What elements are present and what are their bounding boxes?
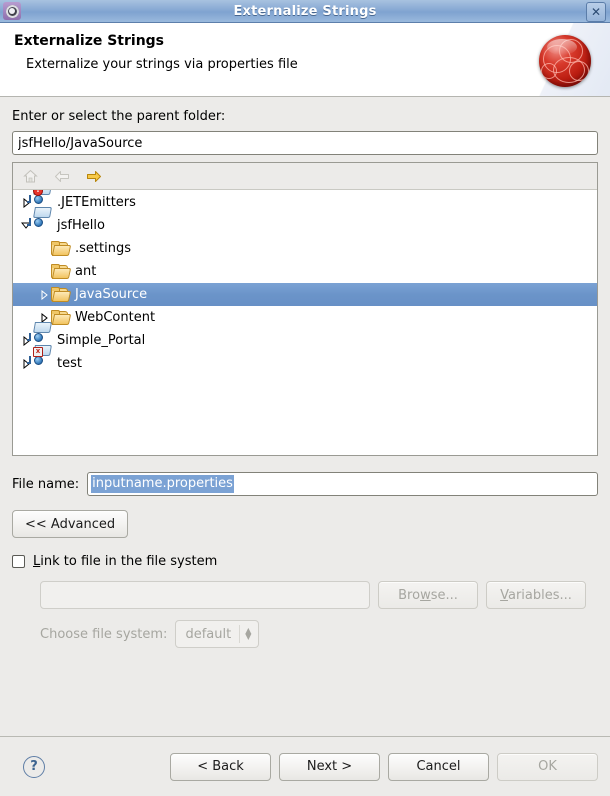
folder-icon: [51, 286, 72, 303]
cancel-button[interactable]: Cancel: [388, 752, 489, 781]
tree-item-jetemitters[interactable]: ! .JETEmitters: [13, 190, 597, 214]
tree-item-jsfhello[interactable]: jsfHello: [13, 206, 597, 237]
help-icon[interactable]: ?: [23, 755, 45, 778]
file-name-label: File name:: [12, 476, 80, 492]
link-path-input: [40, 581, 370, 609]
folder-tree-panel: ! .JETEmitters jsfHello .settings ant JavaSou…: [12, 162, 598, 456]
browse-before: Bro: [398, 587, 421, 603]
error-decoration-icon: x: [33, 346, 43, 357]
tree-item-label: test: [57, 356, 82, 371]
chevron-right-icon[interactable]: [37, 289, 51, 300]
tree-item-ant[interactable]: ant: [13, 260, 597, 283]
chevron-right-icon[interactable]: [37, 312, 51, 323]
tree-item-test[interactable]: x test: [13, 344, 597, 375]
file-system-select: default ▲ ▼: [175, 620, 260, 648]
variables-after: ariables...: [507, 587, 572, 603]
tree-item-label: Simple_Portal: [57, 333, 146, 348]
file-system-value: default: [185, 626, 232, 642]
window-title: Externalize Strings: [233, 3, 377, 19]
tree-item-settings[interactable]: .settings: [13, 237, 597, 260]
link-to-file-row: Link to file in the file system: [12, 554, 598, 569]
file-name-input[interactable]: inputname.properties: [87, 472, 598, 496]
link-to-file-label: Link to file in the file system: [33, 554, 217, 569]
back-button[interactable]: < Back: [170, 752, 271, 781]
variables-mnemonic: V: [500, 587, 508, 603]
link-label-after: ink to file in the file system: [40, 554, 218, 569]
ok-button: OK: [497, 752, 598, 781]
project-icon: x: [27, 344, 53, 372]
gear-icon: [3, 2, 21, 20]
back-arrow-icon[interactable]: [53, 167, 71, 185]
dialog-footer: ? < Back Next > Cancel OK: [0, 736, 610, 796]
browse-after: se...: [430, 587, 458, 603]
link-path-row: Browse... Variables...: [40, 581, 598, 609]
tree-toolbar: [13, 163, 597, 190]
browse-button: Browse...: [378, 581, 478, 609]
tree-item-label: .settings: [75, 241, 131, 256]
next-button[interactable]: Next >: [279, 752, 380, 781]
folder-icon: [51, 263, 72, 280]
file-system-label: Choose file system:: [40, 626, 168, 642]
externalize-strings-dialog: Externalize Strings ✕ Externalize String…: [0, 0, 610, 796]
file-name-value: inputname.properties: [91, 475, 234, 493]
tree-item-label: JavaSource: [75, 287, 148, 302]
dialog-content: Enter or select the parent folder: jsfHe…: [0, 97, 610, 736]
tree-item-label: ant: [75, 264, 97, 279]
folder-icon: [51, 309, 72, 326]
parent-folder-input[interactable]: [12, 131, 598, 155]
tree-item-label: WebContent: [75, 310, 156, 325]
file-system-row: Choose file system: default ▲ ▼: [40, 620, 598, 648]
footer-buttons: < Back Next > Cancel OK: [170, 752, 598, 781]
folder-tree[interactable]: ! .JETEmitters jsfHello .settings ant JavaSou…: [13, 190, 597, 455]
home-icon[interactable]: [21, 167, 39, 185]
eclipse-red-sphere-icon: [539, 35, 591, 87]
browse-mnemonic: w: [420, 587, 431, 603]
wizard-banner: Externalize Strings Externalize your str…: [0, 23, 610, 97]
tree-item-label: jsfHello: [57, 218, 105, 233]
folder-icon: [51, 240, 72, 257]
variables-button: Variables...: [486, 581, 586, 609]
tree-item-webcontent[interactable]: WebContent: [13, 306, 597, 329]
forward-arrow-icon[interactable]: [85, 167, 103, 185]
tree-item-simple_portal[interactable]: Simple_Portal: [13, 321, 597, 352]
tree-item-javasource[interactable]: JavaSource: [13, 283, 597, 306]
project-icon: [27, 206, 53, 234]
banner-art: [514, 23, 610, 96]
close-icon[interactable]: ✕: [586, 2, 606, 22]
tree-item-label: .JETEmitters: [57, 195, 136, 210]
parent-folder-label: Enter or select the parent folder:: [12, 109, 226, 124]
link-to-file-checkbox[interactable]: [12, 555, 25, 568]
file-name-row: File name: inputname.properties: [12, 472, 598, 496]
chevron-updown-icon: ▲ ▼: [245, 626, 252, 641]
advanced-toggle-wrap: << Advanced: [12, 510, 598, 538]
advanced-section: Link to file in the file system Browse..…: [12, 554, 598, 648]
title-bar: Externalize Strings ✕: [0, 0, 610, 23]
advanced-toggle-button[interactable]: << Advanced: [12, 510, 129, 538]
